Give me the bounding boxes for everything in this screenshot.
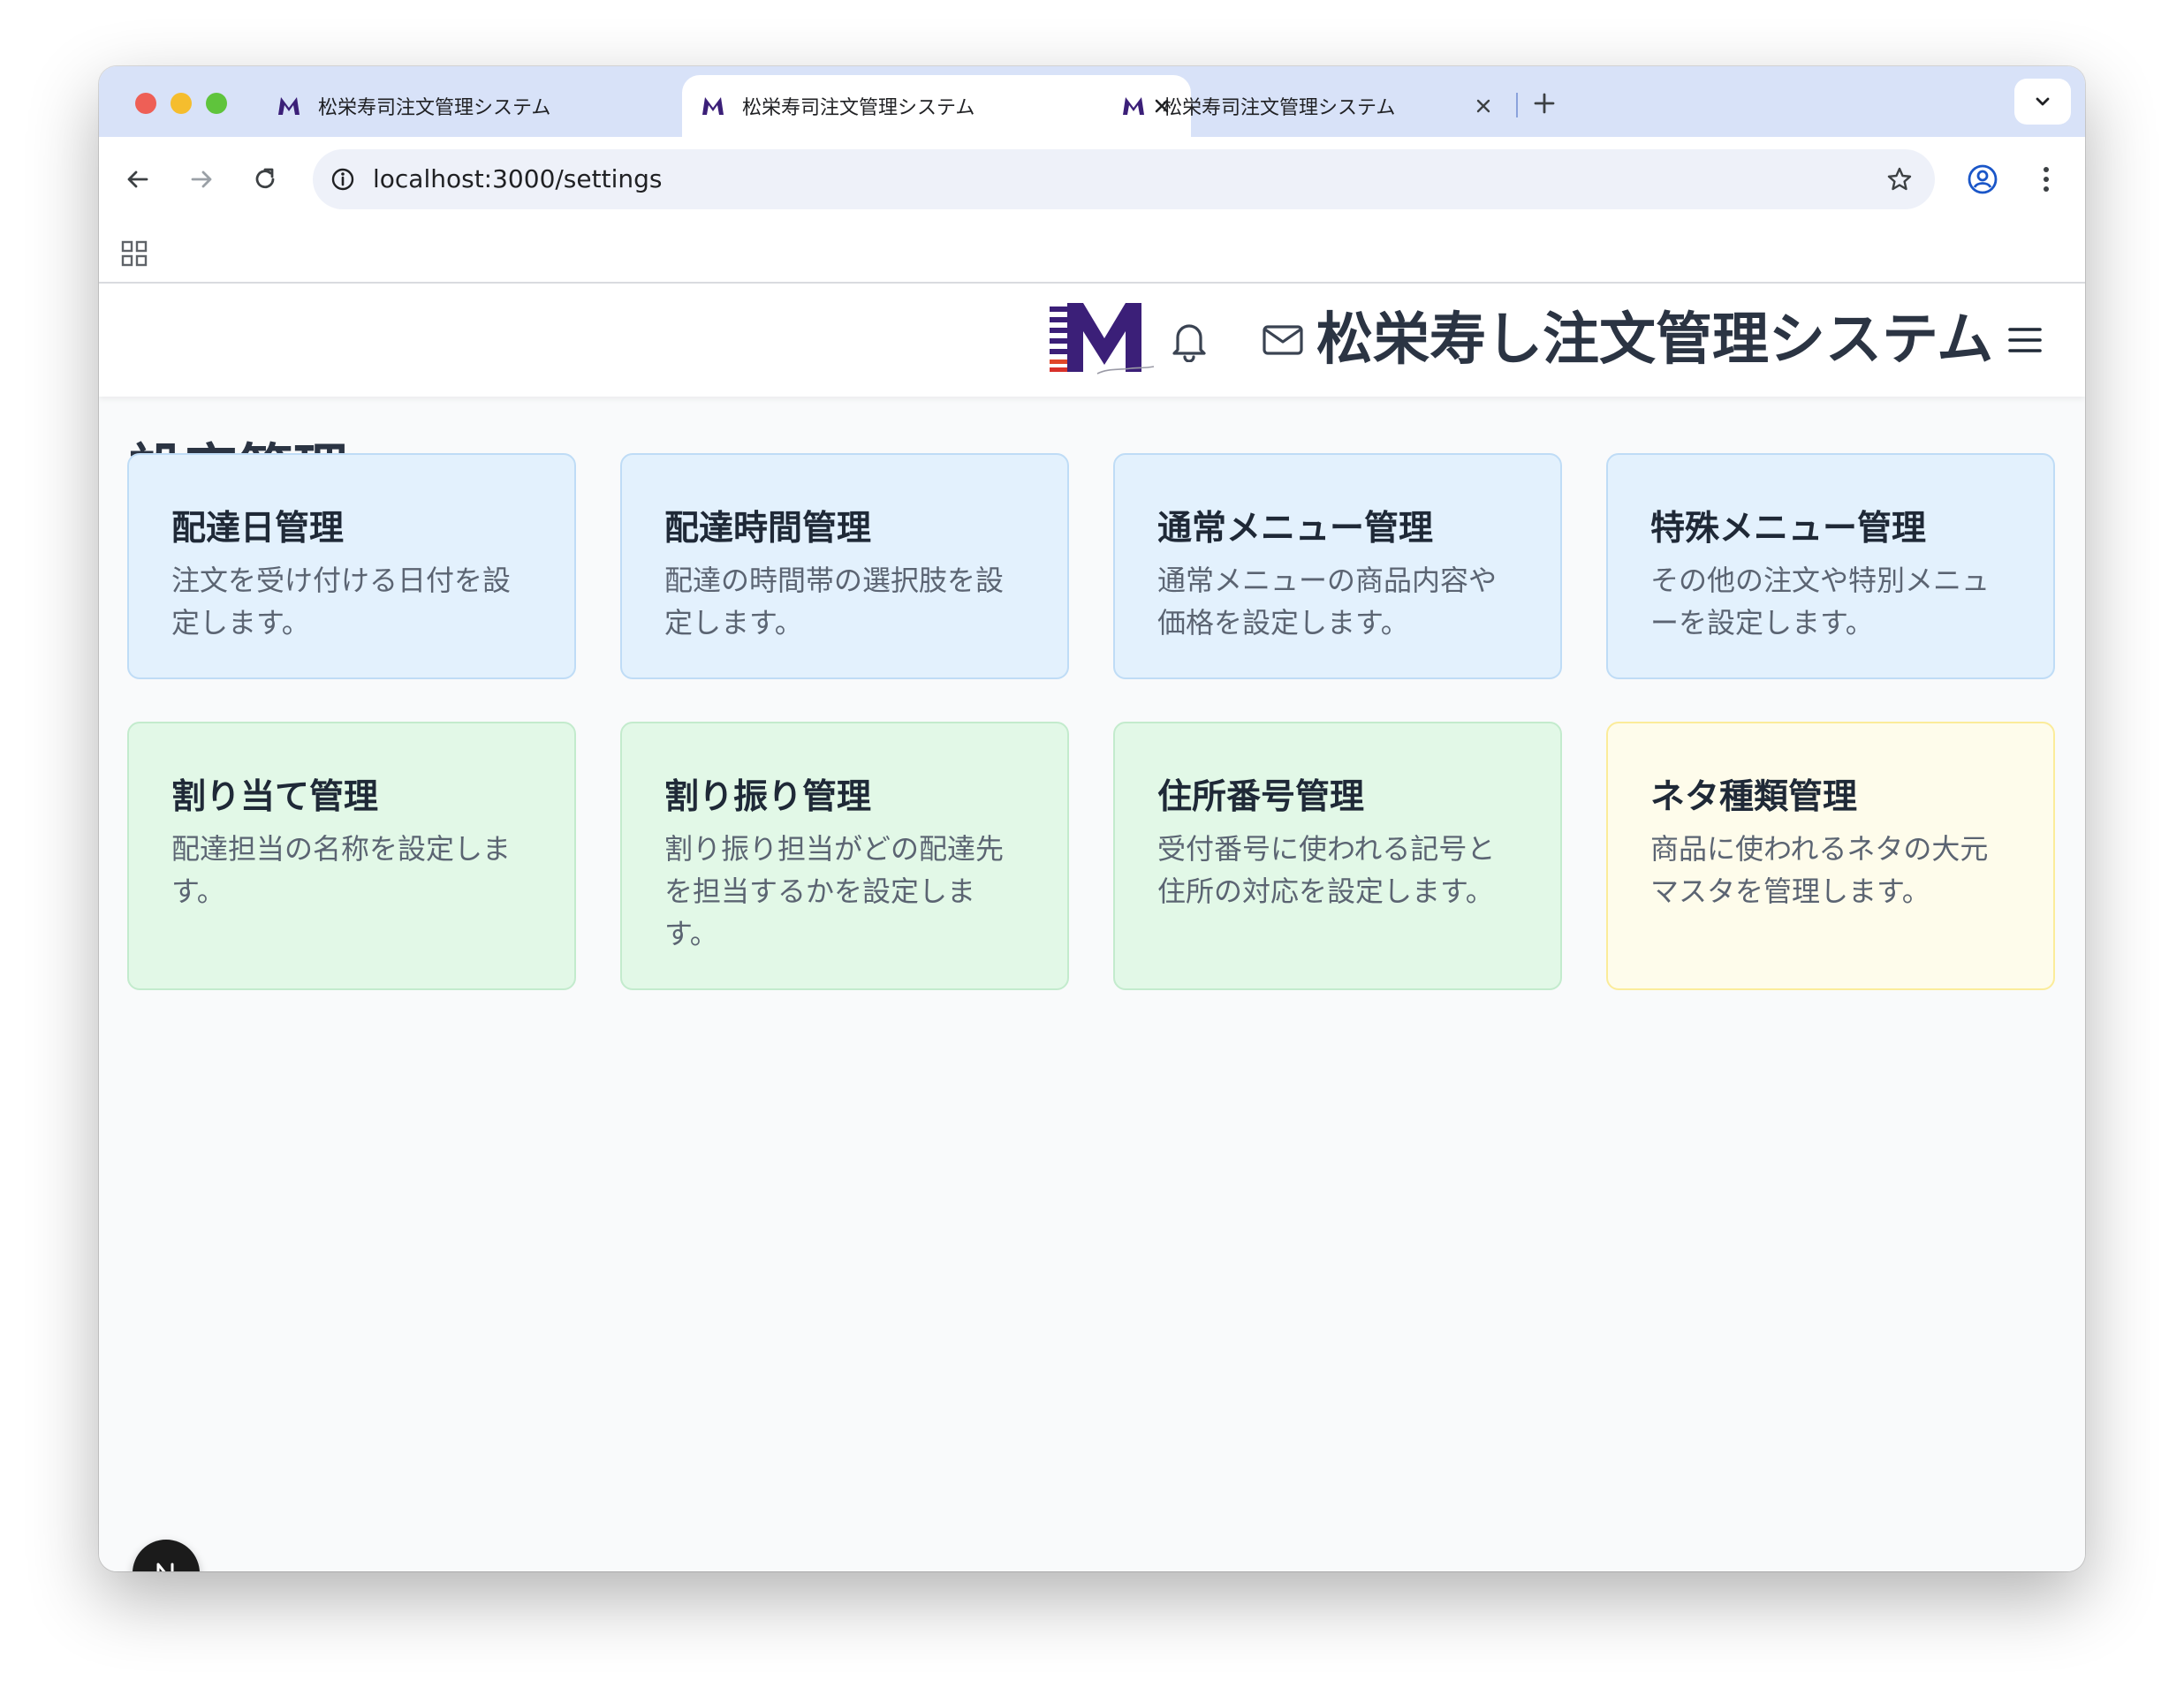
bell-icon[interactable] [1163, 314, 1216, 367]
card-title: 割り当て管理 [171, 777, 379, 817]
card-description: 受付番号に使われる記号と住所の対応を設定します。 [1157, 832, 1496, 908]
card-title: 住所番号管理 [1157, 777, 1365, 817]
page-content: 松栄寿し注文管理システム 設定管理 配達日管理 注文を受け付ける日付を設定します… [99, 284, 2085, 1571]
card-delivery-date[interactable]: 配達日管理 注文を受け付ける日付を設定します。 [127, 453, 576, 679]
profile-icon[interactable] [1961, 158, 2004, 201]
arrow-right-icon[interactable] [180, 158, 223, 201]
card-description: その他の注文や特別メニューを設定します。 [1650, 564, 1991, 640]
card-delivery-time[interactable]: 配達時間管理 配達の時間帯の選択肢を設定します。 [620, 453, 1069, 679]
card-description: 配達担当の名称を設定します。 [171, 832, 512, 908]
reload-icon[interactable] [244, 158, 286, 201]
app-header: 松栄寿し注文管理システム [99, 284, 2085, 397]
card-description: 配達の時間帯の選択肢を設定します。 [664, 564, 1005, 640]
card-title: 割り振り管理 [664, 777, 872, 817]
card-title: 通常メニュー管理 [1157, 509, 1434, 549]
address-bar[interactable]: localhost:3000/settings [313, 149, 1935, 209]
arrow-left-icon[interactable] [117, 158, 159, 201]
m-logo-icon [1120, 93, 1147, 119]
card-allocation[interactable]: 割り振り管理 割り振り担当がどの配達先を担当するかを設定します。 [620, 722, 1069, 990]
browser-toolbar: localhost:3000/settings [99, 137, 2085, 222]
apps-grid-icon[interactable] [120, 239, 148, 268]
card-title: ネタ種類管理 [1650, 777, 1858, 817]
card-topping-types[interactable]: ネタ種類管理 商品に使われるネタの大元マスタを管理します。 [1606, 722, 2055, 990]
card-title: 配達時間管理 [664, 509, 872, 549]
hamburger-icon[interactable] [1998, 314, 2051, 367]
app-title: 松栄寿し注文管理システム [1316, 307, 1994, 373]
card-description: 商品に使われるネタの大元マスタを管理します。 [1650, 832, 1989, 908]
bookmarks-bar [99, 222, 2085, 284]
close-icon[interactable] [1470, 93, 1497, 119]
card-description: 注文を受け付ける日付を設定します。 [171, 564, 512, 640]
card-description: 割り振り担当がどの配達先を担当するかを設定します。 [664, 832, 1005, 950]
m-logo-icon [700, 93, 726, 119]
card-regular-menu[interactable]: 通常メニュー管理 通常メニューの商品内容や価格を設定します。 [1113, 453, 1562, 679]
mail-icon[interactable] [1256, 314, 1309, 367]
info-icon[interactable] [325, 162, 360, 197]
card-title: 配達日管理 [171, 509, 345, 549]
m-logo-icon [276, 93, 302, 119]
star-icon[interactable] [1882, 162, 1917, 197]
card-description: 通常メニューの商品内容や価格を設定します。 [1157, 564, 1498, 640]
card-address-number[interactable]: 住所番号管理 受付番号に使われる記号と住所の対応を設定します。 [1113, 722, 1562, 990]
tab-strip: 松栄寿司注文管理システム 松栄寿司注文管理システム 松栄寿司注文管理システム [99, 66, 2085, 137]
card-special-menu[interactable]: 特殊メニュー管理 その他の注文や特別メニューを設定します。 [1606, 453, 2055, 679]
minimize-window-button[interactable] [171, 93, 192, 114]
kebab-icon[interactable] [2025, 158, 2067, 201]
nextjs-icon[interactable] [133, 1540, 200, 1571]
plus-icon[interactable] [1527, 86, 1562, 121]
tab-title: 松栄寿司注文管理システム [318, 97, 551, 119]
chevron-down-icon[interactable] [2014, 79, 2071, 125]
browser-window: 松栄寿司注文管理システム 松栄寿司注文管理システム 松栄寿司注文管理システム l… [99, 66, 2085, 1571]
tab-3[interactable]: 松栄寿司注文管理システム [1103, 75, 1513, 137]
url-text[interactable]: localhost:3000/settings [373, 149, 662, 209]
close-window-button[interactable] [135, 93, 156, 114]
maximize-window-button[interactable] [206, 93, 227, 114]
card-assignment[interactable]: 割り当て管理 配達担当の名称を設定します。 [127, 722, 576, 990]
card-title: 特殊メニュー管理 [1650, 509, 1927, 549]
tab-title: 松栄寿司注文管理システム [1163, 97, 1396, 119]
tab-title: 松栄寿司注文管理システム [742, 97, 975, 119]
tab-separator [1516, 93, 1518, 117]
brand-logo[interactable] [1046, 298, 1161, 379]
